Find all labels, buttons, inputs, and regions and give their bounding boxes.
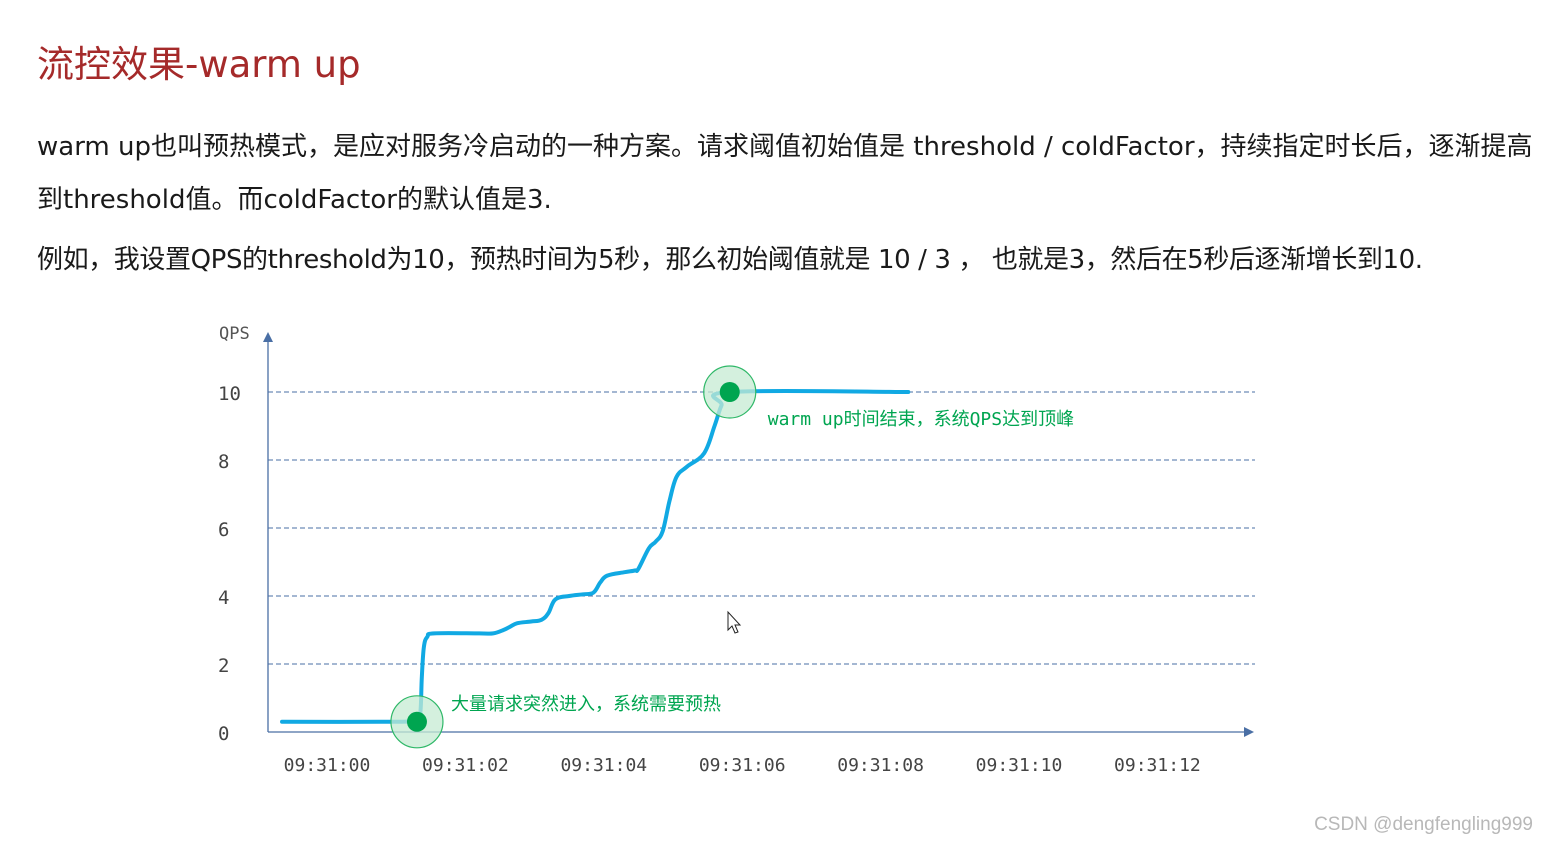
watermark: CSDN @dengfengling999 — [1314, 814, 1533, 835]
annotation-1: warm up时间结束，系统QPS达到顶峰 — [768, 409, 1074, 430]
y-axis-arrow-icon — [263, 332, 273, 342]
y-tick-label-0: 0 — [218, 723, 229, 745]
slide-title: 流控效果-warm up — [37, 43, 361, 86]
y-tick-label-10: 10 — [218, 383, 241, 405]
marker-halo-1 — [703, 365, 757, 419]
marker-point-0 — [406, 711, 427, 732]
y-axis-label: QPS — [219, 324, 250, 344]
y-tick-label-8: 8 — [218, 451, 229, 473]
y-tick-label-4: 4 — [218, 587, 229, 609]
example-paragraph: 例如，我设置QPS的threshold为10，预热时间为5秒，那么初始阈值就是 … — [37, 245, 1423, 275]
x-tick-label-1: 09:31:02 — [422, 755, 509, 776]
x-axis-arrow-icon — [1244, 727, 1254, 737]
marker-halo-0 — [390, 695, 444, 749]
x-tick-label-6: 09:31:12 — [1114, 755, 1201, 776]
intro-paragraph: warm up也叫预热模式，是应对服务冷启动的一种方案。请求阈值初始值是 thr… — [37, 132, 1533, 215]
y-tick-label-2: 2 — [218, 655, 229, 677]
y-tick-label-6: 6 — [218, 519, 229, 541]
x-tick-label-4: 09:31:08 — [837, 755, 924, 776]
marker-point-1 — [719, 382, 740, 402]
series-line-qps — [280, 388, 911, 724]
x-tick-label-3: 09:31:06 — [699, 755, 786, 776]
x-tick-label-2: 09:31:04 — [560, 755, 647, 776]
x-tick-label-5: 09:31:10 — [976, 755, 1063, 776]
mouse-cursor-icon — [727, 610, 742, 634]
annotation-0: 大量请求突然进入，系统需要预热 — [451, 694, 721, 715]
x-tick-label-0: 09:31:00 — [284, 755, 371, 776]
